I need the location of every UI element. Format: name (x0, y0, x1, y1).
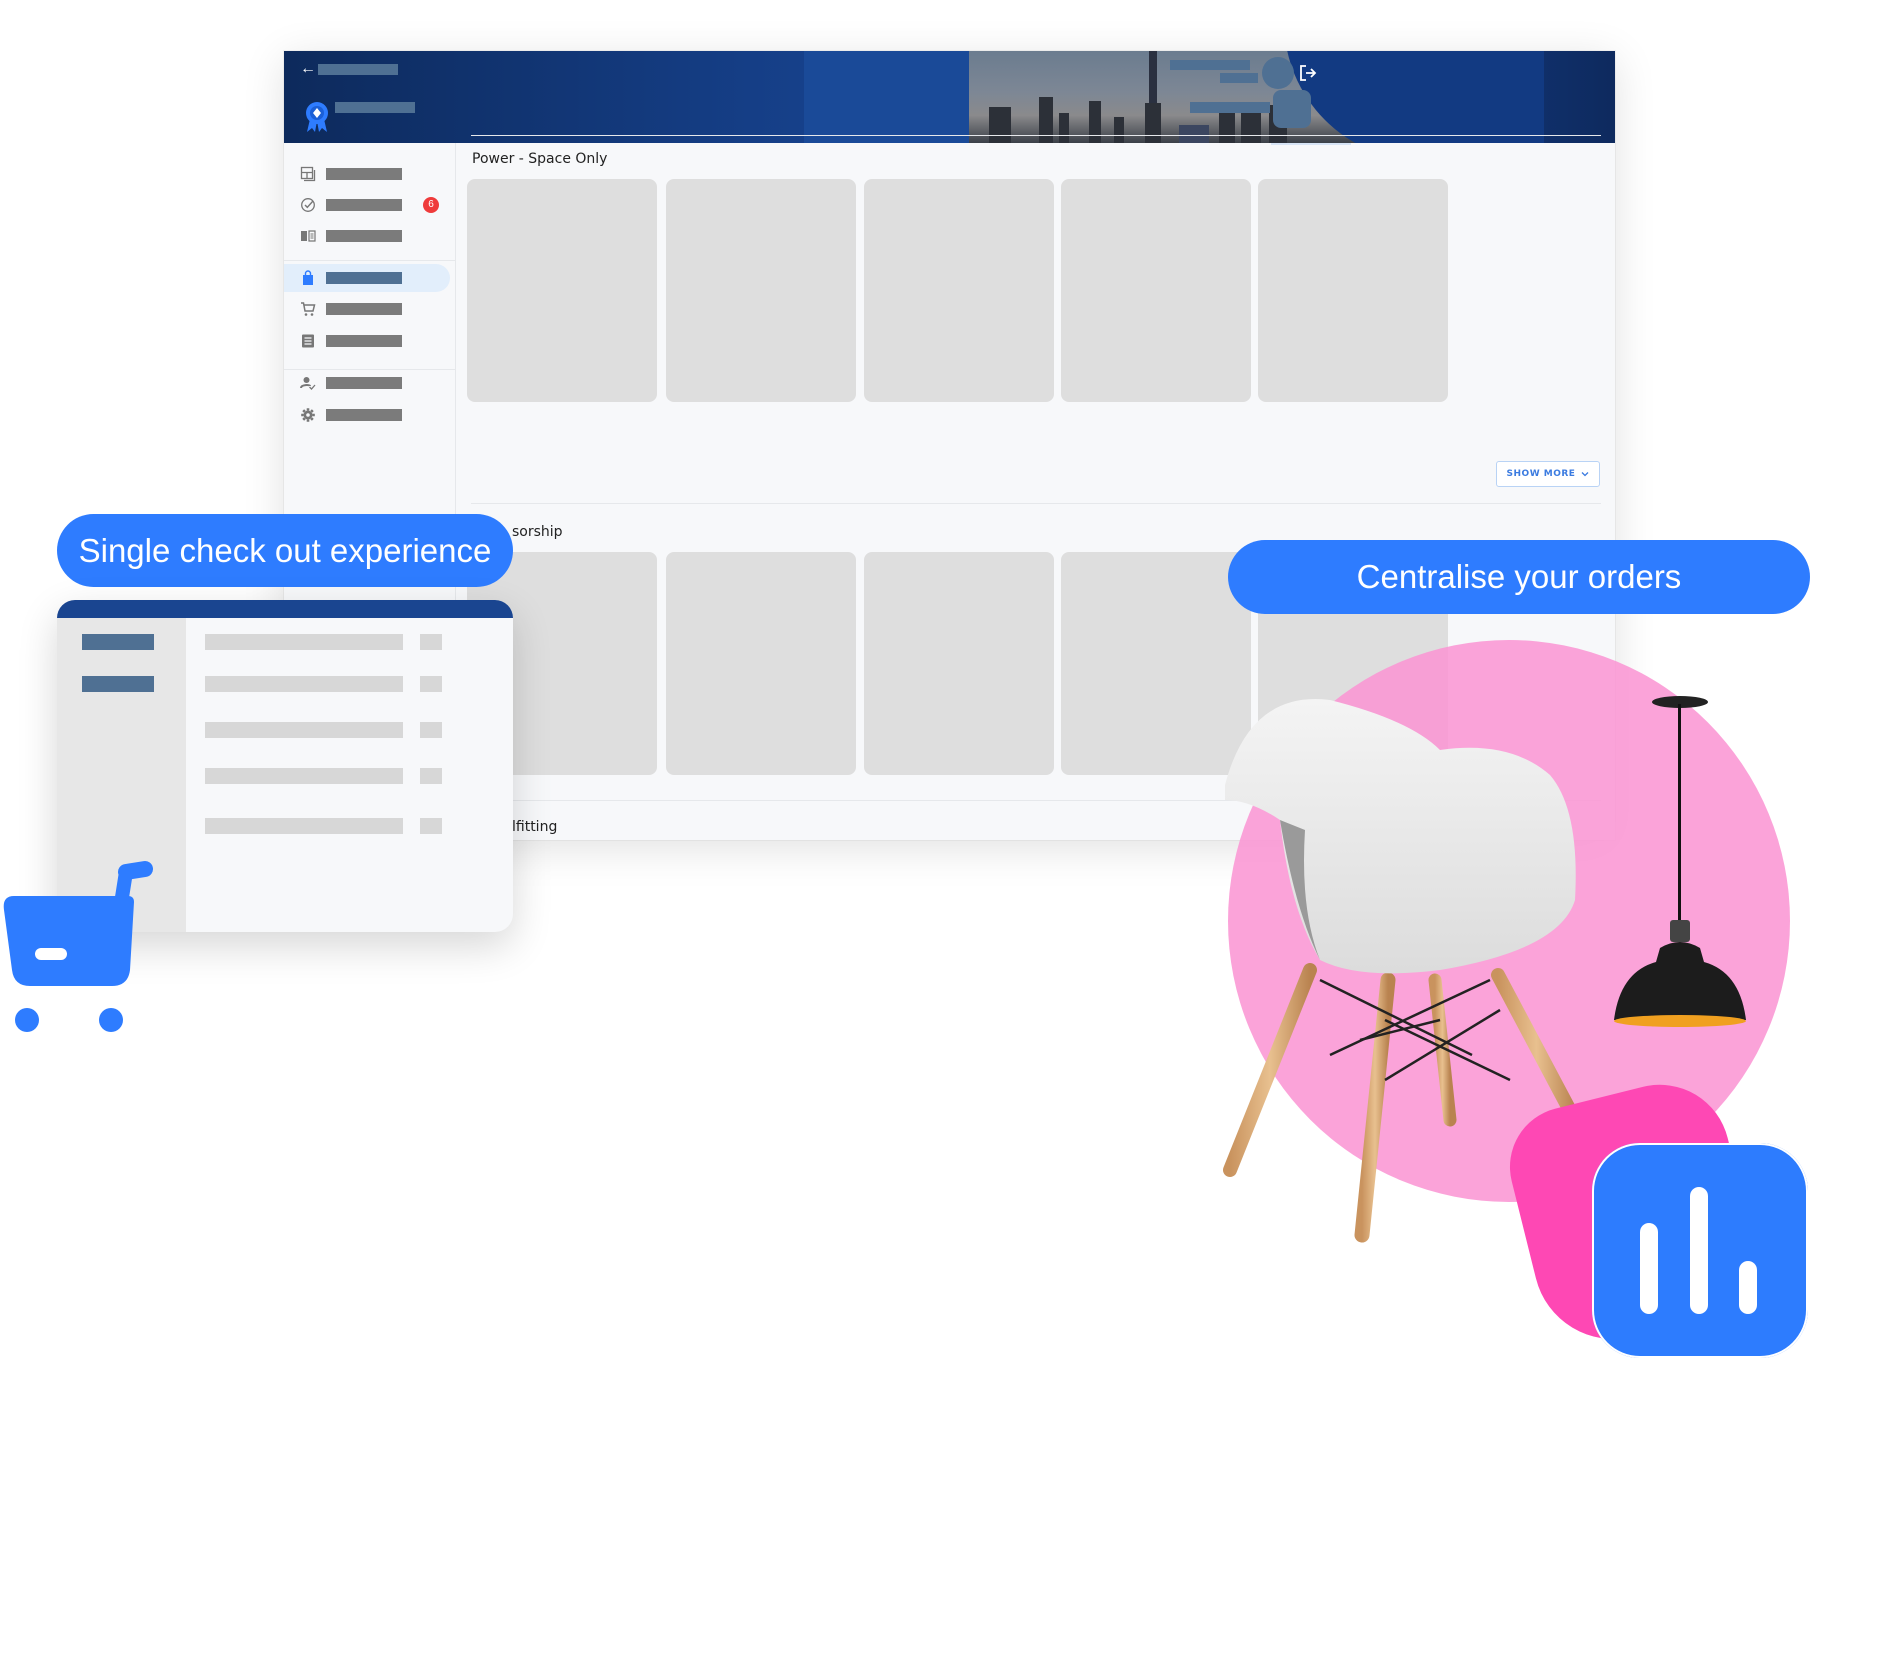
cart-icon (301, 302, 316, 316)
sidebar-item-label (326, 230, 402, 242)
bar-chart-bar (1640, 1223, 1658, 1314)
shopping-bag-icon (303, 270, 313, 285)
sidebar-item-dashboard[interactable] (284, 160, 455, 188)
section-title: Power - Space Only (472, 151, 608, 167)
list-icon (302, 334, 314, 348)
bar-chart-bar (1739, 1261, 1757, 1314)
event-name-placeholder (335, 102, 415, 113)
avatar[interactable] (1262, 57, 1294, 89)
bar-chart-bar (1690, 1187, 1708, 1314)
shopping-cart-icon (3, 861, 153, 1032)
user-role-placeholder (1220, 73, 1258, 83)
sidebar-item-label (326, 168, 402, 180)
app-header: ← (284, 51, 1615, 143)
product-card[interactable] (666, 552, 856, 775)
award-ribbon-icon (306, 102, 328, 132)
pendant-lamp-illustration (1614, 696, 1746, 1027)
product-card[interactable] (864, 552, 1054, 775)
divider (284, 260, 455, 261)
company-logo-placeholder[interactable] (1273, 90, 1311, 128)
product-card[interactable] (467, 179, 657, 402)
callout-checkout: Single check out experience (57, 514, 513, 587)
divider (471, 135, 1601, 136)
arrow-left-icon[interactable]: ← (300, 61, 316, 77)
sidebar-item-settings[interactable] (284, 401, 455, 429)
book-open-icon (301, 230, 316, 242)
callout-orders: Centralise your orders (1228, 540, 1810, 614)
sidebar-item-tasks[interactable]: 6 (284, 191, 455, 219)
section-title: lfitting (512, 819, 558, 835)
sidebar-item-label (326, 409, 402, 421)
gear-icon (301, 408, 315, 422)
sidebar-item-label (326, 303, 402, 315)
sidebar-item-label (326, 272, 402, 284)
sidebar-item-label (326, 377, 402, 389)
sidebar-item-resources[interactable] (284, 222, 455, 250)
divider (471, 503, 1601, 504)
user-name-placeholder (1170, 60, 1250, 70)
show-more-label: SHOW MORE (1506, 469, 1576, 479)
product-card[interactable] (864, 179, 1054, 402)
user-check-icon (300, 377, 316, 390)
sidebar-item-label (326, 335, 402, 347)
check-circle-icon (301, 198, 315, 212)
logout-icon[interactable] (1298, 63, 1318, 83)
product-card[interactable] (1061, 179, 1251, 402)
company-name-placeholder (1190, 102, 1270, 113)
sidebar-item-label (326, 199, 402, 211)
product-card[interactable] (1258, 179, 1448, 402)
section-title: sorship (512, 524, 563, 540)
chevron-down-icon (1581, 472, 1589, 477)
product-card[interactable] (666, 179, 856, 402)
sidebar-item-cart[interactable] (284, 295, 455, 323)
dashboard-icon (300, 166, 316, 182)
sidebar-item-shop[interactable] (284, 264, 450, 292)
sidebar-item-users[interactable] (284, 369, 455, 397)
breadcrumb-placeholder[interactable] (318, 64, 398, 75)
notification-badge: 6 (423, 197, 439, 213)
show-more-button[interactable]: SHOW MORE (1496, 461, 1600, 487)
bar-chart-icon (1592, 1143, 1808, 1358)
sidebar-item-orders[interactable] (284, 327, 455, 355)
